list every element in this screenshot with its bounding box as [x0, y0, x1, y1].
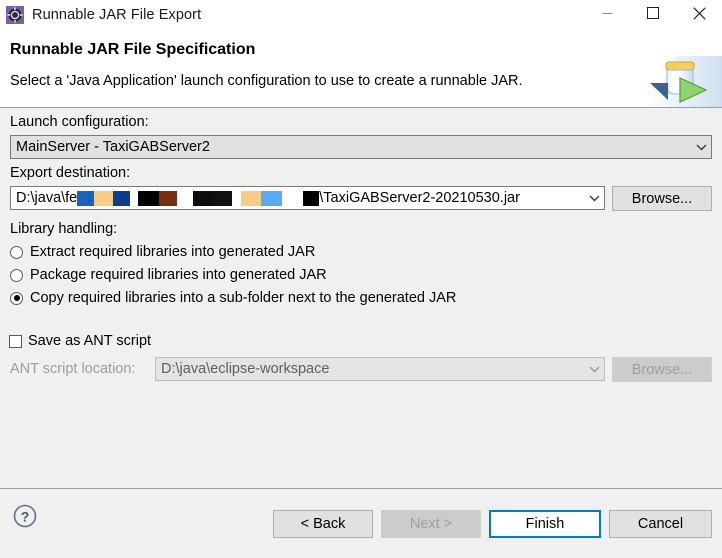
redacted-path-blocks [77, 190, 320, 206]
ant-script-location-combo: D:\java\eclipse-workspace [155, 357, 605, 381]
save-as-ant-script-checkbox[interactable]: Save as ANT script [9, 333, 151, 349]
minimize-button[interactable] [584, 0, 630, 30]
page-description: Select a 'Java Application' launch confi… [10, 73, 523, 89]
maximize-button[interactable] [630, 0, 676, 30]
export-path-prefix: D:\java\fe [16, 189, 78, 206]
title-bar: Runnable JAR File Export [0, 0, 722, 30]
radio-indicator [10, 245, 23, 259]
eclipse-export-icon [6, 6, 24, 24]
svg-text:?: ? [21, 508, 30, 524]
export-destination-browse-button[interactable]: Browse... [612, 186, 712, 211]
ant-script-browse-button: Browse... [612, 357, 712, 382]
radio-indicator [10, 268, 23, 282]
wizard-body: Launch configuration: MainServer - TaxiG… [0, 108, 722, 488]
export-path-suffix: \TaxiGABServer2-20210530.jar [319, 189, 520, 206]
export-destination-value: D:\java\fe \TaxiGABServer2-20210530.jar [11, 187, 584, 209]
launch-configuration-combo[interactable]: MainServer - TaxiGABServer2 [10, 135, 712, 159]
checkbox-label: Save as ANT script [28, 333, 152, 349]
cancel-button[interactable]: Cancel [609, 510, 712, 538]
back-button[interactable]: < Back [273, 510, 373, 538]
jar-file-banner-icon [636, 48, 722, 107]
radio-package-libraries[interactable]: Package required libraries into generate… [10, 267, 327, 283]
close-icon [692, 6, 706, 24]
redaction-block [113, 190, 131, 206]
redaction-block [94, 190, 114, 206]
chevron-down-icon [691, 144, 711, 151]
chevron-down-icon [584, 366, 604, 373]
window-controls [584, 0, 722, 30]
radio-label: Extract required libraries into generate… [30, 244, 316, 260]
launch-configuration-value: MainServer - TaxiGABServer2 [16, 139, 210, 155]
radio-copy-libraries-subfolder[interactable]: Copy required libraries into a sub-folde… [10, 290, 456, 306]
redaction-block [193, 190, 214, 206]
dialog-footer: ? < Back Next > Finish Cancel [0, 488, 722, 558]
launch-configuration-label: Launch configuration: [10, 114, 149, 130]
chevron-down-icon [584, 195, 604, 202]
export-destination-label: Export destination: [10, 165, 131, 181]
wizard-header: Runnable JAR File Specification Select a… [0, 30, 722, 108]
redaction-block [261, 190, 283, 206]
redaction-block [303, 190, 320, 206]
redaction-block [213, 190, 233, 206]
redaction-block [241, 190, 262, 206]
help-question-icon[interactable]: ? [12, 503, 38, 529]
redaction-block [159, 190, 178, 206]
redaction-block [138, 190, 160, 206]
radio-label: Package required libraries into generate… [30, 267, 327, 283]
ant-script-location-label: ANT script location: [10, 361, 136, 377]
finish-button[interactable]: Finish [489, 510, 601, 538]
radio-extract-libraries[interactable]: Extract required libraries into generate… [10, 244, 315, 260]
page-title: Runnable JAR File Specification [10, 41, 256, 58]
next-button: Next > [381, 510, 481, 538]
runnable-jar-export-dialog: Runnable JAR File Export Runnable JAR Fi… [0, 0, 722, 558]
close-button[interactable] [676, 0, 722, 30]
export-destination-combo[interactable]: D:\java\fe \TaxiGABServer2-20210530.jar [10, 186, 605, 210]
ant-script-location-value: D:\java\eclipse-workspace [161, 361, 330, 377]
radio-label: Copy required libraries into a sub-folde… [30, 290, 457, 306]
redaction-block [77, 190, 95, 206]
window-title: Runnable JAR File Export [32, 7, 202, 23]
checkbox-indicator [9, 334, 22, 348]
maximize-icon [647, 7, 659, 23]
radio-indicator [10, 291, 23, 305]
minimize-icon [602, 7, 613, 23]
library-handling-label: Library handling: [10, 221, 118, 237]
